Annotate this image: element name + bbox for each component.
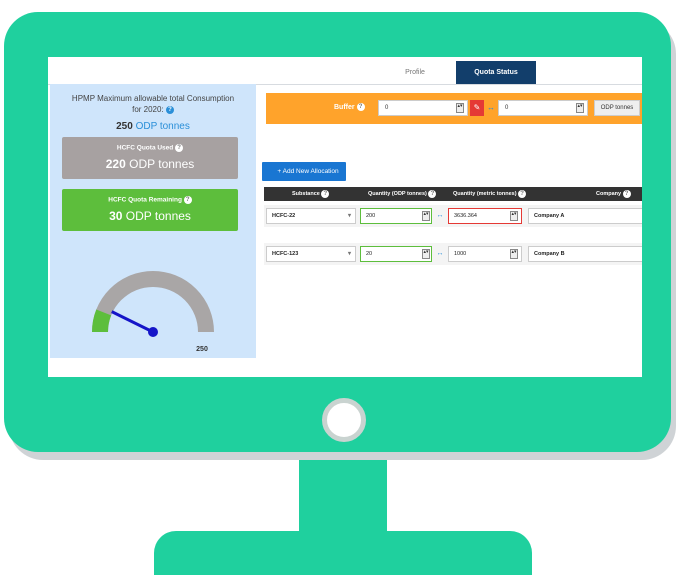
spinner-icon[interactable]: ▴▾ [422, 249, 430, 259]
monitor-screen: Profile Quota Status HPMP Maximum allowa… [48, 57, 642, 377]
link-arrow-icon: ↔ [436, 212, 444, 219]
add-user-icon: 👤+ [269, 168, 282, 175]
quota-remaining-label: HCFC Quota Remaining [108, 196, 182, 204]
buffer-unit-button[interactable]: ODP tonnes [594, 100, 640, 116]
buffer-bar: Buffer ? 0 ▴▾ ✎ ↔ 0 ▴▾ ODP tonnes [266, 93, 642, 124]
quota-gauge: 250 [92, 271, 214, 353]
add-allocation-button[interactable]: 👤+ Add New Allocation [262, 162, 346, 181]
consumption-title-line1: HPMP Maximum allowable total Consumption [71, 94, 235, 103]
header-substance: Substance ? [292, 187, 330, 201]
spinner-icon[interactable]: ▴▾ [510, 249, 518, 259]
tab-profile[interactable]: Profile [386, 61, 444, 84]
tab-quota-status[interactable]: Quota Status [456, 61, 536, 84]
help-icon[interactable]: ? [183, 196, 192, 204]
quota-remaining-value: 30 [109, 209, 123, 223]
chevron-down-icon: ▾ [347, 251, 351, 257]
gauge-needle [111, 310, 154, 334]
gauge-max-label: 250 [196, 346, 208, 353]
buffer-label-row: Buffer ? [334, 103, 365, 111]
quota-remaining-label-row: HCFC Quota Remaining ? [62, 196, 238, 204]
link-arrow-icon: ↔ [487, 103, 495, 112]
quota-used-card: HCFC Quota Used ? 220 ODP tonnes [62, 137, 238, 179]
help-icon[interactable]: ? [622, 189, 631, 198]
buffer-label: Buffer [334, 103, 355, 111]
buffer-input-left[interactable]: 0 [378, 100, 468, 116]
monitor-stand-base [154, 531, 532, 575]
quota-used-value: 220 [105, 157, 126, 171]
spinner-icon[interactable]: ▴▾ [422, 211, 430, 221]
help-icon[interactable]: ? [165, 105, 174, 114]
table-row: HCFC-123 ▾ 20 ▴▾ ↔ 1000 ▴▾ Company B [264, 243, 642, 265]
header-company: Company ? [596, 187, 631, 201]
delete-icon[interactable]: ✎ [470, 100, 484, 116]
allocation-panel: Buffer ? 0 ▴▾ ✎ ↔ 0 ▴▾ ODP tonnes 👤+ Add… [260, 84, 642, 377]
total-allowable: 250 ODP tonnes [50, 121, 256, 132]
gauge-fill [92, 309, 112, 333]
quota-remaining-card: HCFC Quota Remaining ? 30 ODP tonnes [62, 189, 238, 231]
spinner-icon[interactable]: ▴▾ [510, 211, 518, 221]
quota-remaining-unit: ODP tonnes [125, 209, 191, 223]
chevron-down-icon: ▾ [347, 213, 351, 219]
link-arrow-icon: ↔ [436, 250, 444, 257]
gauge-track [92, 271, 214, 333]
monitor-power-button [322, 398, 366, 442]
monitor-stand-neck [299, 460, 387, 536]
company-input[interactable]: Company B [528, 246, 642, 262]
help-icon[interactable]: ? [175, 144, 184, 152]
header-quantity-odp: Quantity (ODP tonnes) ? [368, 187, 437, 201]
substance-select[interactable]: HCFC-22 ▾ [266, 208, 356, 224]
spinner-icon[interactable]: ▴▾ [576, 103, 584, 113]
spinner-icon[interactable]: ▴▾ [456, 103, 464, 113]
help-icon[interactable]: ? [356, 103, 365, 111]
buffer-input-right[interactable]: 0 [498, 100, 588, 116]
quota-used-unit: ODP tonnes [129, 157, 195, 171]
consumption-title-line2: for 2020: [132, 105, 164, 114]
total-allowable-unit: ODP tonnes [135, 121, 190, 132]
quota-used-value-row: 220 ODP tonnes [62, 157, 238, 171]
quota-used-label: HCFC Quota Used [116, 144, 174, 152]
quota-used-label-row: HCFC Quota Used ? [62, 144, 238, 152]
help-icon[interactable]: ? [321, 189, 330, 198]
table-row: HCFC-22 ▾ 200 ▴▾ ↔ 3636.364 ▴▾ Company A [264, 205, 642, 227]
tab-bar: Profile Quota Status [48, 57, 642, 85]
quota-remaining-value-row: 30 ODP tonnes [62, 209, 238, 223]
quota-summary-panel: HPMP Maximum allowable total Consumption… [50, 84, 256, 358]
substance-select[interactable]: HCFC-123 ▾ [266, 246, 356, 262]
total-allowable-value: 250 [116, 121, 133, 132]
help-icon[interactable]: ? [428, 189, 437, 198]
help-icon[interactable]: ? [518, 189, 527, 198]
header-quantity-metric: Quantity (metric tonnes) ? [453, 187, 527, 201]
gauge-needle-hub [148, 327, 158, 337]
add-allocation-label: Add New Allocation [282, 168, 339, 175]
consumption-title: HPMP Maximum allowable total Consumption… [50, 93, 256, 115]
allocation-table-header: Substance ? Quantity (ODP tonnes) ? Quan… [264, 187, 642, 201]
company-input[interactable]: Company A [528, 208, 642, 224]
